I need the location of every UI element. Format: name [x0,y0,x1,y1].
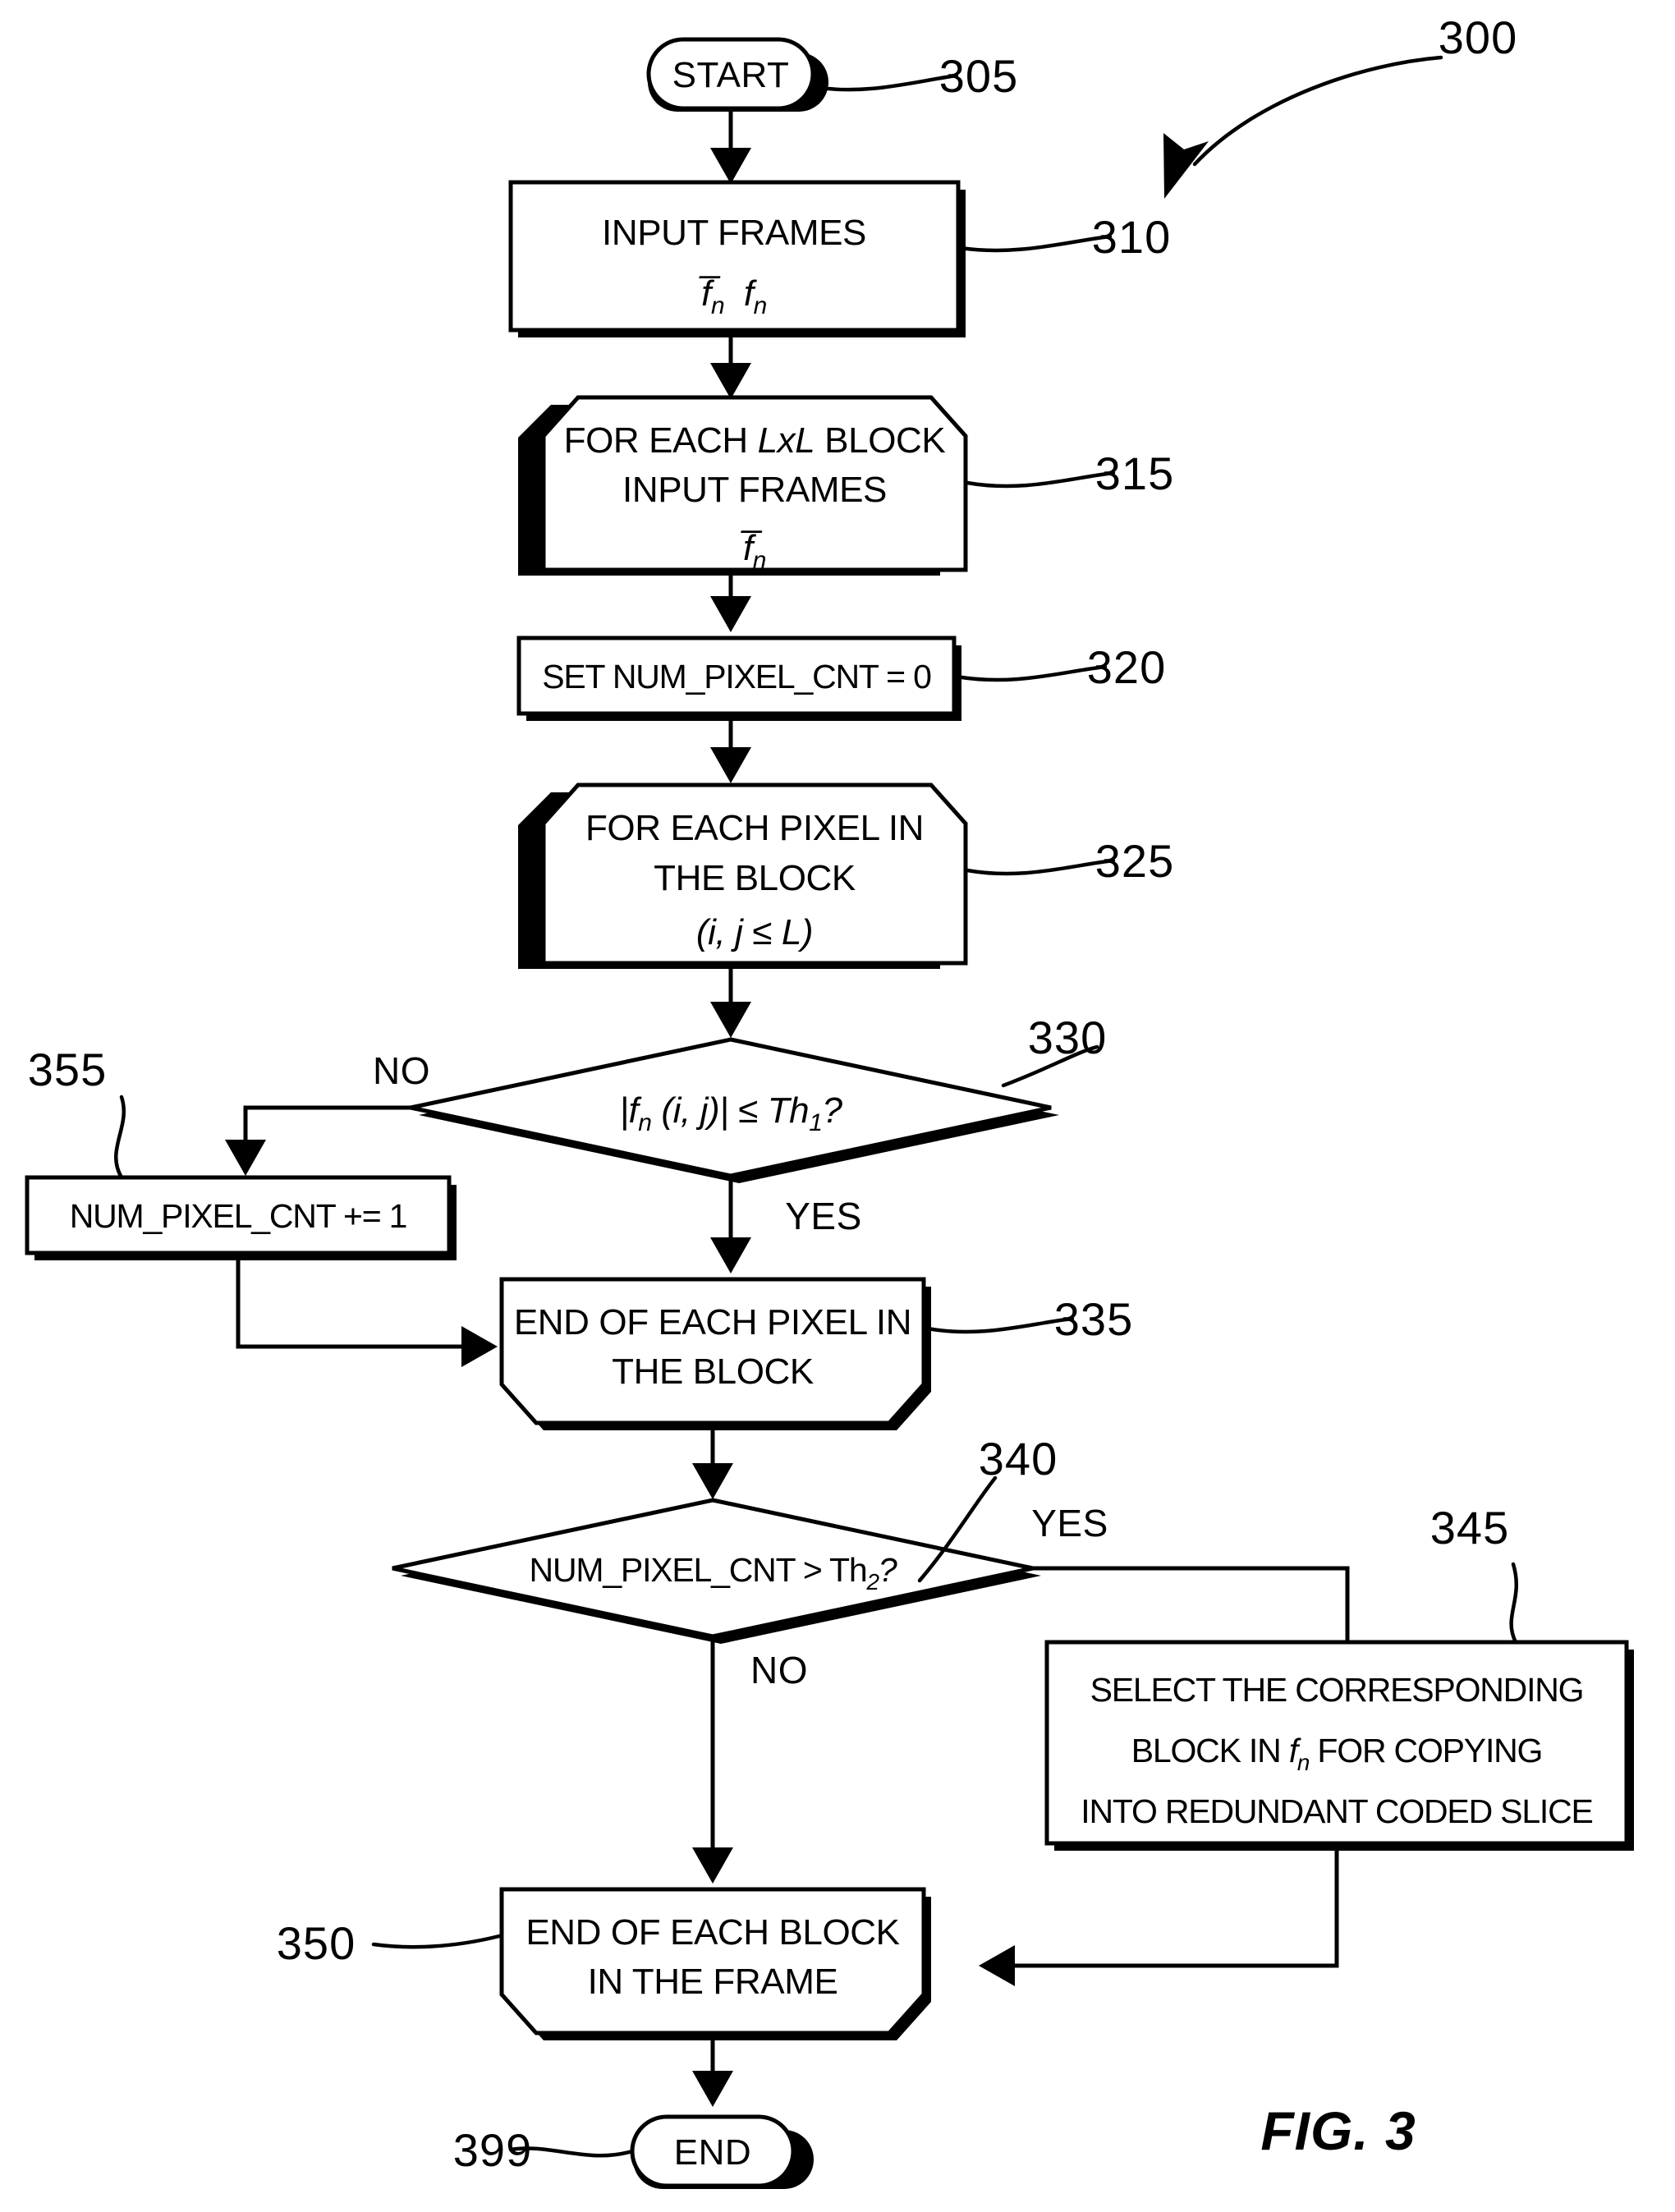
arrow-input-to-foreachblock [710,332,751,399]
ref-leader-345: 345 [1430,1502,1518,1645]
ref-leader-350: 350 [277,1917,502,1969]
arrow-start-to-input [710,110,751,184]
end-block-line2: IN THE FRAME [588,1962,838,2002]
branch-label-no-330: NO [373,1049,430,1092]
ref-number-399: 399 [453,2124,532,2176]
fbar-n-subscript: n [753,547,766,574]
ref-leader-310: 310 [958,211,1171,263]
ref-number-355: 355 [28,1044,107,1095]
node-count-check: NUM_PIXEL_CNT > Th2? [392,1498,1041,1644]
node-end-each-pixel: END OF EACH PIXEL IN THE BLOCK [499,1277,931,1430]
ref-number-315: 315 [1095,447,1174,499]
set-counter-label: SET NUM_PIXEL_CNT = 0 [542,658,931,695]
patent-figure-canvas: 300 START 305 INPUT FRAMES f̅n fn 310 FO… [0,0,1675,2212]
f-n-subscript: n [754,292,767,319]
select-block-line1: SELECT THE CORRESPONDING [1090,1671,1584,1709]
for-each-pixel-line1: FOR EACH PIXEL IN [585,808,924,848]
ref-leader-305: 305 [813,50,1018,102]
ref-leader-330: 330 [1001,1012,1107,1088]
increment-label: NUM_PIXEL_CNT += 1 [70,1197,407,1235]
ref-leader-320: 320 [954,641,1166,693]
node-end: END [630,2114,814,2189]
node-for-each-pixel: FOR EACH PIXEL IN THE BLOCK (i, j ≤ L) [518,782,968,969]
ref-number-320: 320 [1087,641,1166,693]
ref-leader-315: 315 [965,447,1174,499]
ref-leader-399: 399 [453,2124,635,2176]
node-increment-counter: NUM_PIXEL_CNT += 1 [25,1175,457,1260]
end-label: END [674,2132,751,2173]
node-threshold-check: |fn (i, j)| ≤ Th1? [410,1037,1059,1183]
node-end-each-block: END OF EACH BLOCK IN THE FRAME [499,1887,931,2040]
arrow-increment-to-endpixel [236,1255,498,1367]
ref-number-310: 310 [1092,211,1171,263]
fbar-n-subscript: n [711,292,724,319]
ref-number-330: 330 [1028,1012,1107,1063]
node-set-counter: SET NUM_PIXEL_CNT = 0 [516,636,961,721]
count-check-expression: NUM_PIXEL_CNT > Th2? [530,1551,897,1595]
node-start: START [646,37,828,112]
ref-number-340: 340 [979,1433,1058,1485]
input-frames-line1: INPUT FRAMES [602,213,866,253]
arrow-foreachpixel-to-threshold [710,969,751,1038]
end-pixel-line2: THE BLOCK [612,1352,814,1392]
node-for-each-block: FOR EACH LxL BLOCK INPUT FRAMES f̅n [518,395,968,576]
ref-number-345: 345 [1430,1502,1509,1553]
branch-no-threshold: NO [225,1049,430,1176]
ref-number-300: 300 [1439,11,1517,63]
branch-label-yes-340: YES [1031,1502,1108,1544]
select-block-line3: INTO REDUNDANT CODED SLICE [1081,1792,1592,1830]
ref-leader-355: 355 [28,1044,126,1180]
ref-number-305: 305 [939,50,1018,102]
node-input-frames: INPUT FRAMES f̅n fn [508,180,966,337]
end-block-line1: END OF EACH BLOCK [525,1912,899,1953]
branch-no-countcheck: NO [692,1636,808,1884]
for-each-block-line1: FOR EACH LxL BLOCK [564,420,946,461]
arrow-setcnt-to-foreachpixel [710,715,751,783]
branch-label-yes-330: YES [785,1195,862,1237]
arrow-endblock-to-end [692,2035,733,2107]
ref-number-335: 335 [1054,1293,1133,1345]
diagram-ref-300: 300 [1163,11,1517,199]
figure-caption: FIG. 3 [1260,2100,1416,2161]
arrow-selectblock-to-endblock [979,1845,1339,1986]
ref-number-325: 325 [1095,835,1174,887]
for-each-block-line2: INPUT FRAMES [622,470,887,510]
branch-label-no-340: NO [750,1649,808,1691]
ref-leader-335: 335 [925,1293,1133,1345]
for-each-pixel-line3: (i, j ≤ L) [696,912,813,952]
node-select-block: SELECT THE CORRESPONDING BLOCK IN fn FOR… [1044,1640,1634,1851]
select-block-line2: BLOCK IN fn FOR COPYING [1131,1732,1543,1775]
flowchart-svg: 300 START 305 INPUT FRAMES f̅n fn 310 FO… [25,11,1634,2189]
for-each-pixel-line2: THE BLOCK [654,858,856,898]
arrow-endpixel-to-countcheck [692,1425,733,1499]
ref-leader-325: 325 [965,835,1174,887]
branch-yes-threshold: YES [710,1176,862,1274]
start-label: START [672,55,790,95]
arrow-foreachblock-to-setcnt [710,575,751,632]
ref-number-350: 350 [277,1917,356,1969]
end-pixel-line1: END OF EACH PIXEL IN [514,1302,911,1342]
